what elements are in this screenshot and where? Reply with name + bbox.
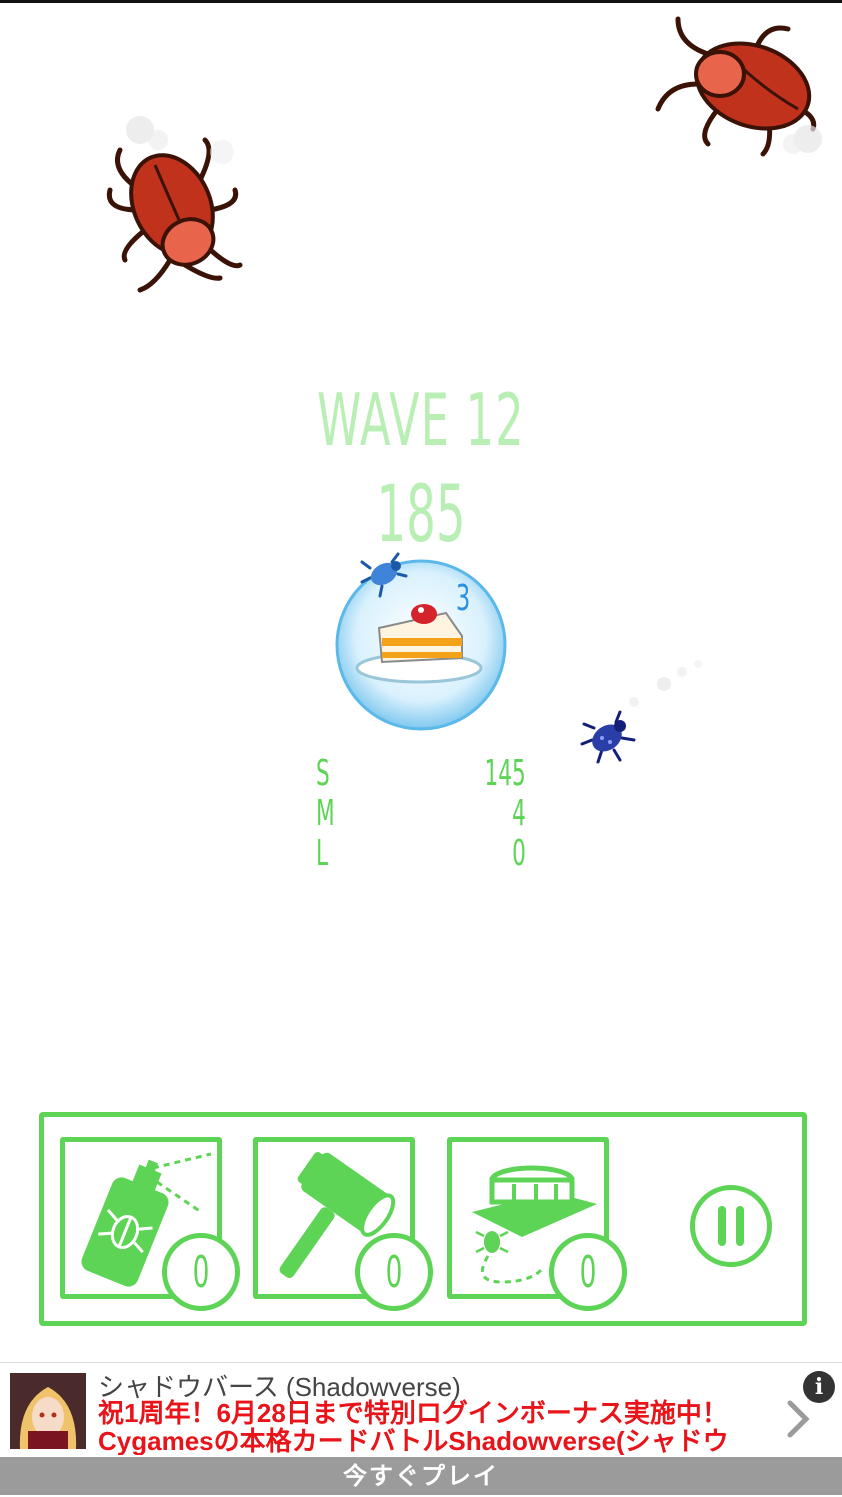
top-border [0,0,842,3]
stat-row-large: L 0 [312,834,532,874]
stat-row-small: S 145 [312,754,532,794]
bug-spray-count: 0 [162,1233,240,1311]
chevron-right-icon[interactable] [784,1399,812,1439]
stat-label: L [316,833,329,874]
red-beetle-enemy[interactable] [648,14,828,164]
ad-thumbnail-image [10,1373,86,1449]
dust-trail-icon [629,660,702,707]
stat-value: 0 [512,833,526,874]
stat-value: 4 [512,793,526,834]
ad-banner[interactable]: シャドウバース (Shadowverse) 祝1周年！6月28日まで特別ログイン… [0,1362,842,1497]
stat-row-medium: M 4 [312,794,532,834]
blue-bug-enemy[interactable] [580,710,636,766]
stat-label: S [316,753,330,794]
pause-button[interactable] [690,1185,772,1267]
wave-label: WAVE 12 [317,378,525,462]
play-now-button[interactable]: 今すぐプレイ [0,1457,842,1495]
score-display: 185 [376,470,466,560]
ad-body-text: 祝1周年！6月28日まで特別ログインボーナス実施中！Cygamesの本格カードバ… [98,1399,729,1455]
stat-value: 145 [484,753,526,794]
pause-icon [718,1206,726,1246]
bug-trap-count: 0 [549,1233,627,1311]
cake-hit-counter: 3 [456,578,471,619]
red-beetle-enemy[interactable] [100,110,250,300]
blue-bug-enemy[interactable] [360,552,408,600]
hammer-count: 0 [355,1233,433,1311]
stat-label: M [316,793,335,834]
kill-stats: S 145 M 4 L 0 [312,754,532,874]
